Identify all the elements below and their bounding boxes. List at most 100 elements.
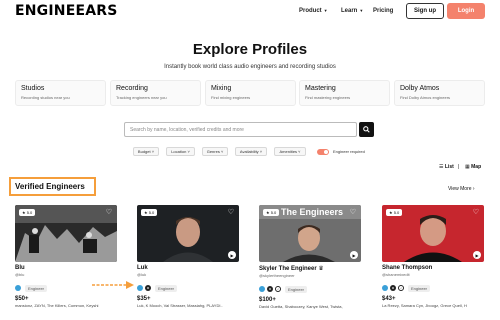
engineer-card[interactable]: ★ 5.0 ♡ Blu @blu Engineer $50+ mansionz,…: [15, 205, 117, 308]
play-icon[interactable]: ▶: [350, 251, 358, 259]
category-recording[interactable]: Recording Tracking engineers near you: [110, 80, 201, 106]
star-icon: ★: [22, 210, 26, 215]
nav-learn[interactable]: Learn ▼: [341, 8, 363, 14]
chevron-down-icon: ▼: [323, 8, 328, 13]
engineer-price: $50+: [15, 296, 29, 302]
engineer-thumbnail[interactable]: The Engineers ★ 5.0 ♡ ▶: [259, 205, 361, 262]
heart-icon[interactable]: ♡: [350, 208, 356, 216]
heart-icon[interactable]: ♡: [473, 208, 479, 216]
heart-icon[interactable]: ♡: [106, 208, 112, 216]
search-icon: [363, 126, 370, 133]
star-icon: ★: [144, 210, 148, 215]
rating-value: 5.0: [26, 210, 33, 215]
category-desc: Tracking engineers near you: [116, 95, 167, 100]
chevron-down-icon: ˅: [186, 149, 190, 154]
engineer-required-label: Engineer required: [333, 149, 365, 154]
chevron-down-icon: ˅: [258, 149, 263, 154]
filter-label: Availability: [239, 149, 259, 154]
role-chip: Engineer: [25, 284, 48, 292]
service-icon: ♪: [275, 286, 281, 292]
rating-badge: ★ 5.0: [19, 209, 36, 216]
star-icon: ★: [266, 210, 270, 215]
category-desc: Find mixing engineers: [211, 95, 251, 100]
nav-product[interactable]: Product ▼: [299, 8, 328, 14]
engineer-handle: @shanemixedit: [382, 272, 410, 277]
service-icon: M: [267, 286, 273, 292]
engineer-thumbnail[interactable]: ★ 5.0 ♡: [15, 205, 117, 262]
category-title: Studios: [21, 85, 45, 92]
rating-badge: ★ 5.0: [386, 209, 403, 216]
nav-product-label: Product: [299, 8, 322, 14]
play-icon[interactable]: ▶: [228, 251, 236, 259]
login-button[interactable]: Login: [447, 3, 485, 19]
engineer-card[interactable]: The Engineers ★ 5.0 ♡ ▶ Skyler The Engin…: [259, 205, 361, 309]
category-mastering[interactable]: Mastering Find mastering engineers: [299, 80, 390, 106]
annotation-arrow-icon: [92, 281, 134, 289]
filter-label: Amenities: [279, 149, 298, 154]
rating-badge: ★ 5.0: [141, 209, 158, 216]
search-button[interactable]: [359, 122, 374, 137]
category-desc: Find Dolby Atmos engineers: [400, 95, 451, 100]
engineer-thumbnail[interactable]: ★ 5.0 ♡ ▶: [382, 205, 484, 262]
engineer-price: $35+: [137, 296, 151, 302]
role-chip: Engineer: [285, 285, 308, 293]
filter-availability[interactable]: Availability ˅: [235, 147, 267, 156]
logo[interactable]: ENGINEEARS: [15, 3, 118, 19]
engineer-price: $100+: [259, 297, 276, 303]
engineer-card[interactable]: ★ 5.0 ♡ ▶ Shane Thompson @shanemixedit M…: [382, 205, 484, 308]
section-title: Verified Engineers: [15, 182, 85, 191]
category-title: Mixing: [211, 85, 232, 92]
engineer-name[interactable]: Blu: [15, 265, 117, 271]
engineer-name[interactable]: Shane Thompson: [382, 265, 484, 271]
list-view-button[interactable]: ☰ List: [439, 164, 454, 170]
filter-location[interactable]: Location ˅: [166, 147, 195, 156]
engineer-credits: David Guetta, Shaboozey, Kanye West, Twi…: [259, 304, 343, 309]
rating-value: 5.0: [148, 210, 155, 215]
toggle-knob: [324, 150, 328, 154]
engineer-credits: Luk, K Mooch, Val Strasser, Massiahg, PL…: [137, 303, 223, 308]
view-separator: |: [458, 164, 460, 170]
engineer-handle: @blu: [15, 272, 25, 277]
service-badges: M Engineer: [137, 284, 239, 292]
engineer-name-text: Skyler The Engineer: [259, 266, 317, 272]
page-title: Explore Profiles: [192, 41, 308, 58]
engineer-handle: @skylertheengineer: [259, 273, 295, 278]
engineer-name[interactable]: Skyler The Engineer ♛: [259, 265, 361, 272]
engineer-handle: @luk: [137, 272, 147, 277]
service-icon: [259, 286, 265, 292]
engineer-price: $43+: [382, 296, 396, 302]
chevron-down-icon: ▼: [359, 8, 364, 13]
filter-budget[interactable]: Budget ˅: [133, 147, 159, 156]
filter-label: Location: [171, 149, 187, 154]
category-title: Dolby Atmos: [400, 85, 440, 92]
service-icon: M: [145, 285, 151, 291]
category-studios[interactable]: Studios Recording studios near you: [15, 80, 106, 106]
engineer-name[interactable]: Luk: [137, 265, 239, 271]
service-badges: M ♪ Engineer: [259, 285, 361, 293]
service-icon: M: [390, 285, 396, 291]
engineer-thumbnail[interactable]: ★ 5.0 ♡ ▶: [137, 205, 239, 262]
filter-amenities[interactable]: Amenities ˅: [274, 147, 306, 156]
rating-value: 5.0: [393, 210, 400, 215]
play-icon[interactable]: ▶: [473, 251, 481, 259]
chevron-down-icon: ˅: [219, 149, 224, 154]
map-view-button[interactable]: ▦ Map: [465, 164, 481, 170]
list-view-label: List: [444, 164, 454, 170]
service-icon: [382, 285, 388, 291]
view-more-link[interactable]: View More ›: [448, 186, 475, 192]
filter-genres[interactable]: Genres ˅: [202, 147, 228, 156]
heart-icon[interactable]: ♡: [228, 208, 234, 216]
role-chip: Engineer: [155, 284, 178, 292]
nav-pricing[interactable]: Pricing: [373, 8, 393, 14]
rating-badge: ★ 5.0: [263, 209, 280, 216]
map-view-label: Map: [471, 164, 482, 170]
engineer-card[interactable]: ★ 5.0 ♡ ▶ Luk @luk M Engineer $35+ Luk, …: [137, 205, 239, 308]
search-input[interactable]: Search by name, location, verified credi…: [124, 122, 357, 137]
signup-button[interactable]: Sign up: [406, 3, 444, 19]
service-icon: [15, 285, 21, 291]
category-dolby-atmos[interactable]: Dolby Atmos Find Dolby Atmos engineers: [394, 80, 485, 106]
top-nav: ENGINEEARS Product ▼ Learn ▼ Pricing Sign …: [0, 0, 500, 24]
category-mixing[interactable]: Mixing Find mixing engineers: [205, 80, 296, 106]
category-desc: Recording studios near you: [21, 95, 70, 100]
engineer-required-toggle[interactable]: [317, 149, 329, 155]
